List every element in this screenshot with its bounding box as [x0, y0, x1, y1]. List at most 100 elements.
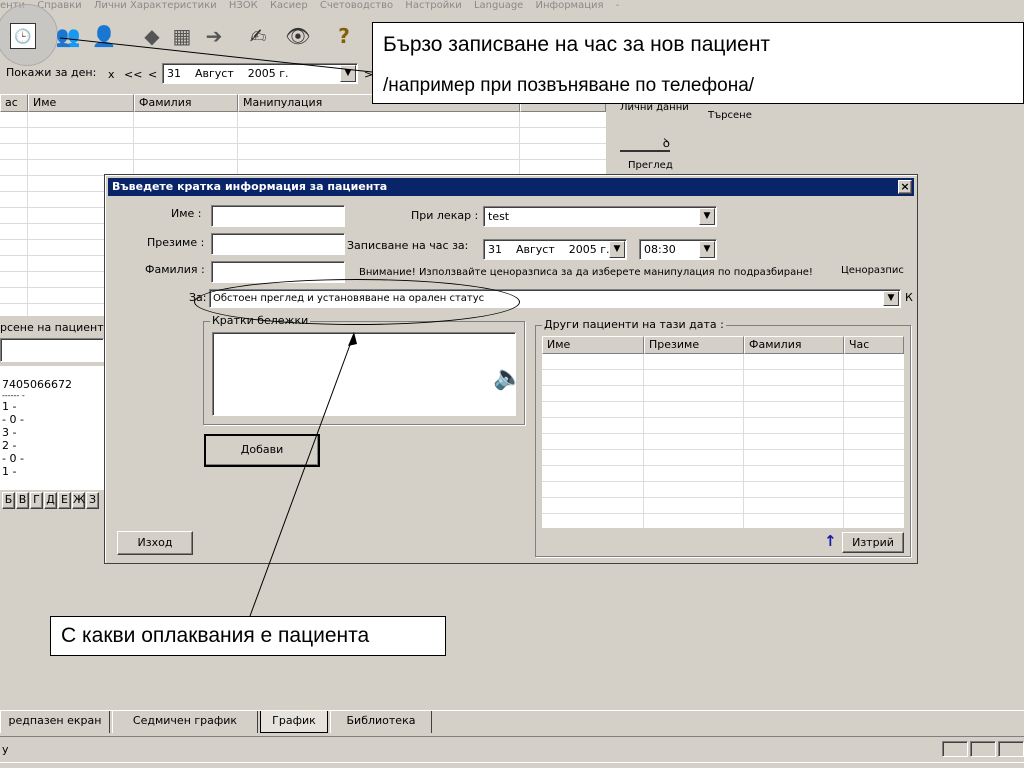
right-panel: Лични данни Търсене ꝺ Преглед: [606, 94, 1024, 176]
menu-bar: енти Справки Лични Характеристики НЗОК К…: [0, 0, 1024, 18]
toolbar: 🕒 👥 👤 ◆ ▦ ➔ ✍ 👁 ?: [0, 4, 380, 66]
middle-name-input[interactable]: [211, 233, 345, 255]
col-header-family[interactable]: Фамилия: [134, 94, 238, 112]
appointment-time-select[interactable]: 08:30 ▼: [639, 239, 717, 260]
patient-edit-icon[interactable]: 👤: [90, 23, 118, 49]
middle-name-label: Презиме :: [147, 236, 205, 249]
back-arrow-icon[interactable]: ◆: [138, 23, 166, 49]
price-list-warning: Внимание! Използвайте ценоразписа за да …: [359, 267, 813, 278]
col-header-name[interactable]: Име: [28, 94, 134, 112]
stat-line: - 0 -: [2, 413, 24, 426]
callout-top: Бързо записване на час за нов пациент /н…: [372, 22, 1024, 104]
search-link[interactable]: Търсене: [708, 110, 752, 121]
col-header-hour[interactable]: ас: [0, 94, 28, 112]
stat-line: 3 -: [2, 426, 17, 439]
patient-search-input[interactable]: [0, 338, 104, 362]
quick-patient-dialog: Въведете кратка информация за пациента ×…: [104, 174, 918, 564]
alpha-button[interactable]: Г: [30, 492, 43, 509]
appointment-label: Записване на час за:: [347, 239, 469, 252]
menu-item[interactable]: Касиер: [270, 0, 308, 11]
menu-item[interactable]: Информация: [536, 0, 604, 11]
status-panel: [998, 741, 1024, 757]
chevron-down-icon[interactable]: ▼: [883, 291, 899, 306]
egn-value: 7405066672: [2, 378, 72, 391]
quick-appointment-icon[interactable]: 🕒: [10, 23, 36, 49]
speaker-icon[interactable]: 🔈: [493, 365, 523, 389]
patient-info-box: 7405066672 ------ - 1 - - 0 - 3 - 2 - - …: [0, 366, 104, 490]
callout-top-line2: /например при позвъняване по телефона/: [383, 75, 755, 96]
appointment-date-picker[interactable]: 31 Август 2005 г. ▼: [483, 239, 627, 260]
dental-tool-icon[interactable]: ꝺ: [620, 137, 670, 152]
stat-line: 2 -: [2, 439, 17, 452]
other-patients-table: Име Презиме Фамилия Час: [542, 336, 904, 528]
menu-item[interactable]: Language: [474, 0, 523, 11]
close-icon[interactable]: ×: [898, 180, 912, 194]
menu-item[interactable]: НЗОК: [229, 0, 258, 11]
alpha-button[interactable]: Д: [44, 492, 57, 509]
chevron-down-icon[interactable]: ▼: [699, 208, 715, 225]
eye-icon[interactable]: 👁: [284, 23, 312, 49]
alpha-button[interactable]: З: [86, 492, 99, 509]
alphabet-bar: Б В Г Д Е Ж З: [0, 492, 104, 510]
tab-screensaver[interactable]: редпазен екран: [0, 711, 110, 733]
alpha-button[interactable]: Е: [58, 492, 71, 509]
add-button[interactable]: Добави: [204, 434, 320, 467]
status-text: y: [2, 743, 9, 756]
callout-bottom: С какви оплаквания е пациента: [50, 616, 446, 656]
tab-library[interactable]: Библиотека: [330, 711, 432, 733]
tab-weekly-schedule[interactable]: Седмичен график: [112, 711, 258, 733]
exit-button[interactable]: Изход: [117, 531, 193, 555]
forward-arrow-icon[interactable]: ➔: [200, 23, 228, 49]
other-patients-label: Други пациенти на тази дата :: [542, 318, 726, 331]
chevron-down-icon[interactable]: ▼: [699, 241, 715, 258]
first-name-input[interactable]: [211, 205, 345, 227]
stat-line: - 0 -: [2, 452, 24, 465]
dashes: ------ -: [2, 391, 25, 400]
status-panel: [970, 741, 996, 757]
nav-prev[interactable]: <: [148, 68, 157, 81]
stat-line: 1 -: [2, 400, 17, 413]
highlight-ellipse: [194, 279, 520, 325]
others-col-hour[interactable]: Час: [844, 336, 904, 354]
menu-item[interactable]: Счетоводство: [320, 0, 393, 11]
calendar-icon[interactable]: ▦: [168, 23, 196, 49]
for-suffix: К: [905, 291, 913, 304]
chevron-down-icon[interactable]: ▼: [609, 241, 625, 258]
nav-close[interactable]: x: [108, 68, 115, 81]
help-icon[interactable]: ?: [330, 23, 358, 49]
menu-item[interactable]: Настройки: [405, 0, 461, 11]
others-col-name[interactable]: Име: [542, 336, 644, 354]
others-grid-lines: [542, 354, 904, 528]
exam-link[interactable]: Преглед: [628, 160, 673, 171]
patient-search-label: рсене на пациент:: [0, 321, 108, 334]
status-bar: y: [0, 736, 1024, 760]
menu-item: -: [615, 0, 620, 11]
show-for-day-label: Покажи за ден:: [6, 66, 97, 79]
up-arrow-icon: ↑: [824, 532, 837, 550]
alpha-button[interactable]: В: [16, 492, 29, 509]
doctor-label: При лекар :: [411, 209, 479, 222]
day-date-picker[interactable]: 31 Август 2005 г. ▼: [162, 63, 358, 84]
first-name-label: Име :: [171, 207, 202, 220]
other-patients-group: Други пациенти на тази дата : Име Презим…: [535, 318, 911, 557]
alpha-button[interactable]: Б: [2, 492, 15, 509]
notes-icon[interactable]: ✍: [244, 23, 272, 49]
others-col-middle[interactable]: Презиме: [644, 336, 744, 354]
tabs-strip: редпазен екран Седмичен график График Би…: [0, 711, 440, 733]
alpha-button[interactable]: Ж: [72, 492, 85, 509]
tab-schedule[interactable]: График: [260, 711, 328, 733]
menu-item[interactable]: Лични Характеристики: [94, 0, 217, 11]
others-col-family[interactable]: Фамилия: [744, 336, 844, 354]
notes-textarea[interactable]: [212, 332, 516, 416]
callout-top-line1: Бързо записване на час за нов пациент: [383, 33, 771, 56]
last-name-label: Фамилия :: [145, 263, 205, 276]
delete-button[interactable]: Изтрий: [842, 532, 904, 553]
price-list-link[interactable]: Ценоразпис: [841, 265, 904, 276]
nav-prev-fast[interactable]: <<: [124, 68, 142, 81]
notes-group: Кратки бележки: [203, 314, 525, 425]
status-panel: [942, 741, 968, 757]
patients-icon[interactable]: 👥: [54, 23, 82, 49]
stat-line: 1 -: [2, 465, 17, 478]
doctor-select[interactable]: test ▼: [483, 206, 717, 227]
chevron-down-icon[interactable]: ▼: [340, 65, 356, 82]
